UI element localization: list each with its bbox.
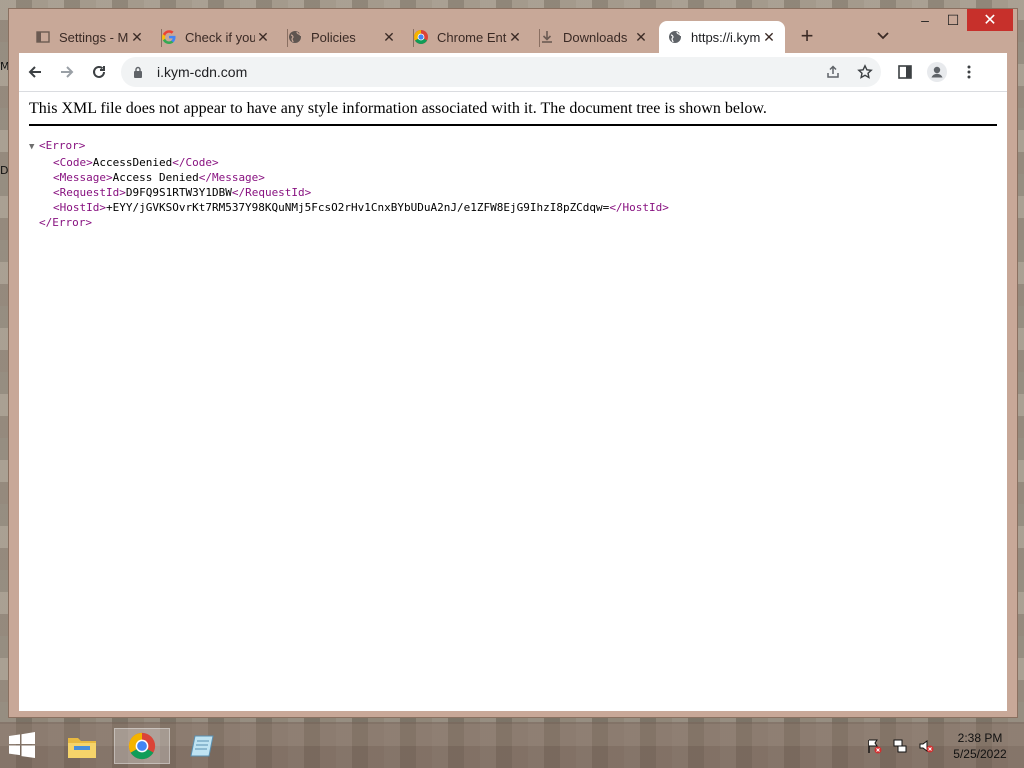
close-icon[interactable]: ✕ [633, 29, 649, 46]
taskbar-notepad[interactable] [176, 728, 232, 764]
window-controls: – ☐ ✕ [911, 9, 1013, 31]
xml-tag: </HostId> [609, 201, 669, 214]
taskbar-clock[interactable]: 2:38 PM 5/25/2022 [940, 730, 1020, 762]
xml-style-notice: This XML file does not appear to have an… [29, 100, 997, 126]
xml-hostid-line: <HostId>+EYY/jGVKSOvrKt7RM537Y98KQuNMj5F… [29, 200, 1007, 215]
profile-button[interactable] [921, 56, 953, 88]
xml-requestid-value: D9FQ9S1RTW3Y1DBW [125, 186, 232, 199]
arrow-right-icon [61, 66, 74, 78]
clock-date: 5/25/2022 [953, 747, 1007, 761]
xml-root-open-line[interactable]: ▼ <Error> [29, 138, 1007, 155]
tab-active-kym[interactable]: https://i.kym ✕ [659, 21, 785, 53]
kebab-menu-icon [967, 65, 971, 79]
tab-chrome-enterprise[interactable]: Chrome Ent ✕ [405, 21, 531, 53]
bookmark-button[interactable] [849, 56, 881, 88]
chrome-icon [413, 29, 429, 45]
close-icon[interactable]: ✕ [255, 29, 271, 46]
xml-tag: <Message> [53, 171, 113, 184]
xml-tag: <HostId> [53, 201, 106, 214]
forward-button[interactable] [51, 56, 83, 88]
avatar-icon [927, 62, 947, 82]
close-icon[interactable]: ✕ [381, 29, 397, 46]
tab-title: Policies [311, 29, 356, 45]
file-explorer-icon [68, 738, 96, 758]
tab-check[interactable]: Check if you ✕ [153, 21, 279, 53]
browser-toolbar: i.kym-cdn.com [19, 53, 1007, 91]
url-text: i.kym-cdn.com [157, 64, 248, 80]
download-icon [539, 29, 555, 45]
close-icon[interactable]: ✕ [761, 29, 777, 46]
arrow-left-icon [28, 66, 41, 78]
star-icon [857, 64, 873, 79]
tab-downloads[interactable]: Downloads ✕ [531, 21, 657, 53]
tab-title: https://i.kym [691, 29, 761, 45]
xml-message-line: <Message>Access Denied</Message> [29, 170, 1007, 185]
action-center-flag-icon[interactable] [866, 738, 882, 754]
menu-button[interactable] [953, 56, 985, 88]
xml-message-value: Access Denied [112, 171, 199, 184]
xml-tag: <Code> [53, 156, 93, 169]
chrome-icon [128, 732, 156, 760]
tab-title: Settings - M [59, 29, 129, 45]
taskbar-chrome[interactable] [114, 728, 170, 764]
reload-button[interactable] [83, 56, 115, 88]
clock-time: 2:38 PM [957, 731, 1003, 745]
new-tab-button[interactable]: + [795, 25, 819, 49]
xml-code-line: <Code>AccessDenied</Code> [29, 155, 1007, 170]
xml-tag: </RequestId> [231, 186, 312, 199]
google-g-icon [161, 29, 177, 45]
lock-icon [131, 65, 145, 79]
globe-icon [287, 29, 303, 45]
maximize-button[interactable]: ☐ [939, 9, 967, 31]
tab-title: Downloads [563, 29, 628, 45]
globe-icon [667, 29, 683, 45]
taskbar-file-explorer[interactable] [54, 728, 110, 764]
tab-strip: Settings - M ✕ Check if you ✕ Policies ✕… [9, 9, 1017, 53]
tab-title: Chrome Ent [437, 29, 507, 45]
tab-search-button[interactable] [877, 27, 889, 43]
browser-window: Settings - M ✕ Check if you ✕ Policies ✕… [8, 8, 1018, 718]
volume-muted-icon[interactable] [918, 738, 934, 754]
xml-tag: </Message> [198, 171, 265, 184]
xml-requestid-line: <RequestId>D9FQ9S1RTW3Y1DBW</RequestId> [29, 185, 1007, 200]
tab-title: Check if you [185, 29, 255, 45]
tab-policies[interactable]: Policies ✕ [279, 21, 405, 53]
page-content: This XML file does not appear to have an… [19, 91, 1007, 711]
omnibox-actions [817, 56, 881, 88]
share-button[interactable] [817, 56, 849, 88]
system-tray [866, 738, 934, 754]
close-icon[interactable]: ✕ [507, 29, 523, 46]
address-bar[interactable]: i.kym-cdn.com [121, 57, 881, 87]
xml-root-close-line: </Error> [29, 215, 1007, 230]
chevron-down-icon [877, 32, 889, 40]
side-panel-button[interactable] [889, 56, 921, 88]
minimize-button[interactable]: – [911, 9, 939, 31]
xml-tag: </Code> [172, 156, 219, 169]
windows-logo-icon [9, 732, 35, 758]
xml-hostid-value: +EYY/jGVKSOvrKt7RM537Y98KQuNMj5FcsO2rHv1… [105, 201, 610, 214]
xml-tag: </Error> [39, 216, 92, 229]
taskbar: 2:38 PM 5/25/2022 [0, 722, 1024, 768]
start-button[interactable] [8, 732, 38, 760]
xml-tag: <RequestId> [53, 186, 126, 199]
share-icon [827, 65, 839, 78]
xml-code-value: AccessDenied [92, 156, 173, 169]
xml-tag: <Error> [39, 139, 86, 152]
side-panel-icon [898, 65, 912, 79]
toolbar-right [889, 56, 985, 88]
xml-document-tree: ▼ <Error> <Code>AccessDenied</Code> <Mess… [29, 138, 1007, 230]
tab-settings[interactable]: Settings - M ✕ [27, 21, 153, 53]
settings-page-icon [35, 29, 51, 45]
collapse-triangle-icon[interactable]: ▼ [29, 140, 39, 155]
back-button[interactable] [19, 56, 51, 88]
close-window-button[interactable]: ✕ [967, 9, 1013, 31]
network-icon[interactable] [892, 738, 908, 754]
close-icon[interactable]: ✕ [129, 29, 145, 46]
reload-icon [93, 65, 105, 78]
notepad-icon [190, 735, 214, 757]
